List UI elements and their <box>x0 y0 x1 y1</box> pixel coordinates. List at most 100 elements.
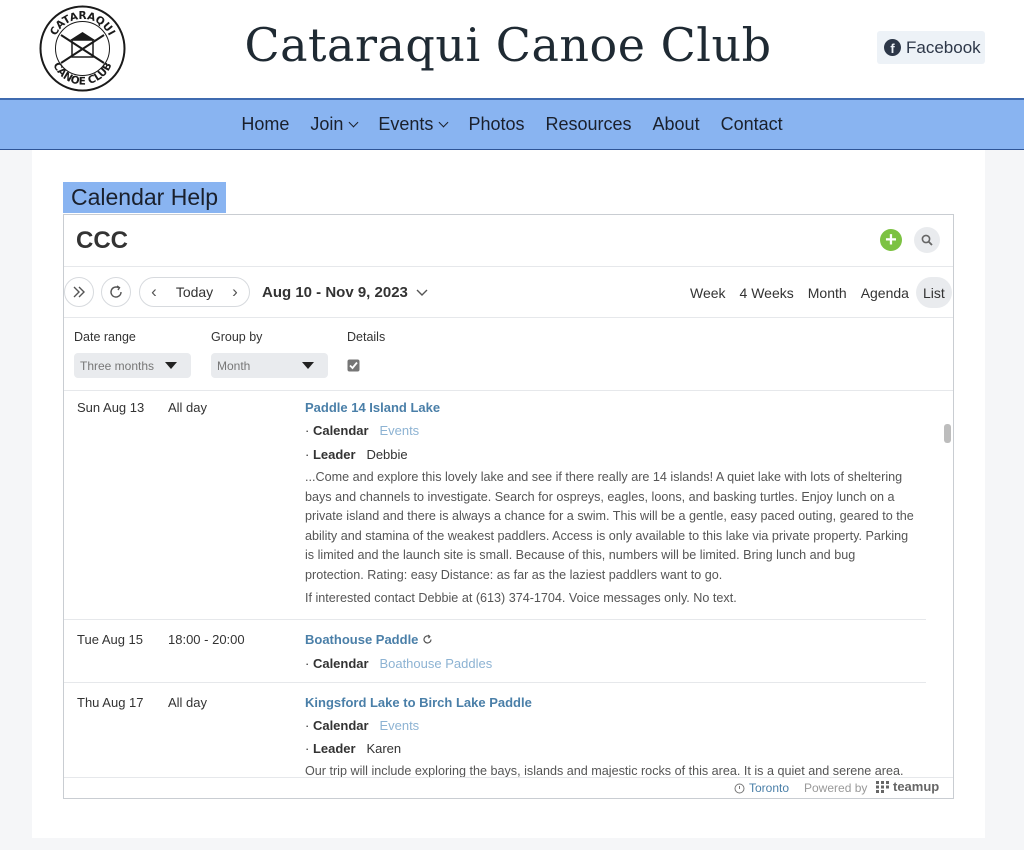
timezone-link[interactable]: Toronto <box>734 781 789 795</box>
today-button[interactable]: Today <box>168 284 221 300</box>
leader-field-label: Leader <box>312 741 356 756</box>
date-range-select-value: Three months <box>80 358 155 373</box>
tab-month[interactable]: Month <box>801 277 854 308</box>
page-title: Calendar Help <box>63 182 227 213</box>
teamup-logo-icon <box>876 780 889 793</box>
nav-home[interactable]: Home <box>231 114 300 135</box>
tab-list[interactable]: List <box>915 277 952 308</box>
refresh-icon <box>110 285 122 298</box>
chevron-down-icon <box>416 289 428 296</box>
event-title: Boathouse Paddle <box>305 632 419 647</box>
event-calendar-field: · Calendar Boathouse Paddles <box>305 656 493 671</box>
chevron-down-icon <box>348 117 359 128</box>
event-title-row[interactable]: Boathouse Paddle <box>305 632 433 647</box>
date-range-select[interactable]: Three months <box>74 353 191 378</box>
scrollbar-thumb[interactable] <box>944 424 951 443</box>
event-title[interactable]: Paddle 14 Island Lake <box>305 400 440 415</box>
event-list: Sun Aug 13 All day Paddle 14 Island Lake… <box>64 391 953 777</box>
calendar-header: CCC + <box>64 215 953 267</box>
date-navigator: ‹ Today › <box>139 277 250 307</box>
plus-icon: + <box>885 229 897 251</box>
date-range-picker[interactable]: Aug 10 - Nov 9, 2023 <box>262 284 429 301</box>
nav-photos[interactable]: Photos <box>458 114 535 135</box>
event-date: Thu Aug 17 <box>77 695 144 710</box>
leader-field-value: Karen <box>366 741 402 756</box>
chevron-down-icon <box>438 117 449 128</box>
nav-events-label: Events <box>378 114 434 134</box>
site-title[interactable]: Cataraqui Canoe Club <box>0 18 1016 72</box>
details-checkbox[interactable] <box>347 359 360 372</box>
event-time: All day <box>168 695 208 710</box>
clock-icon <box>734 783 745 793</box>
date-range-label: Aug 10 - Nov 9, 2023 <box>262 284 408 301</box>
calendar-field-value[interactable]: Events <box>379 423 419 438</box>
event-description: ...Come and explore this lovely lake and… <box>305 470 914 582</box>
tab-4-weeks[interactable]: 4 Weeks <box>733 277 801 308</box>
refresh-button[interactable] <box>101 277 131 307</box>
add-event-button[interactable]: + <box>880 229 902 251</box>
event-date: Sun Aug 13 <box>77 400 145 415</box>
facebook-icon: f <box>884 39 901 56</box>
leader-field-label: Leader <box>312 447 356 462</box>
calendar-footer: Toronto Powered by teamup <box>64 777 953 798</box>
previous-button[interactable]: ‹ <box>140 277 168 307</box>
group-by-select[interactable]: Month <box>211 353 328 378</box>
chevron-right-icon: › <box>232 282 238 301</box>
calendar-field-label: Calendar <box>312 718 369 733</box>
leader-field-value: Debbie <box>366 447 408 462</box>
calendar-field-value[interactable]: Events <box>379 718 419 733</box>
search-icon <box>921 234 933 246</box>
caret-down-icon <box>302 362 314 369</box>
event-contact: If interested contact Debbie at (613) 37… <box>305 591 737 605</box>
calendar-field-label: Calendar <box>312 656 369 671</box>
group-by-label: Group by <box>211 330 263 344</box>
event-leader-field: · Leader Debbie <box>305 447 408 462</box>
group-by-select-value: Month <box>217 358 251 373</box>
view-tabs: Week 4 Weeks Month Agenda List <box>683 277 952 308</box>
nav-about-label: About <box>652 114 700 134</box>
nav-resources-label: Resources <box>545 114 632 134</box>
teamup-brand-label: teamup <box>893 779 940 794</box>
event-calendar-field: · Calendar Events <box>305 423 420 438</box>
event-time: All day <box>168 400 208 415</box>
next-button[interactable]: › <box>221 277 249 307</box>
event-time: 18:00 - 20:00 <box>168 632 245 647</box>
main-nav: Home Join Events Photos Resources About … <box>0 98 1024 150</box>
date-range-filter-label: Date range <box>74 330 136 344</box>
site-header: CATARAQUI CANOE CLUB Cataraqui Canoe Clu… <box>0 0 1024 98</box>
powered-by-text: Powered by <box>804 781 868 795</box>
timezone-label: Toronto <box>749 781 790 795</box>
facebook-button[interactable]: f Facebook <box>877 31 985 64</box>
list-filters: Date range Three months Group by Month D… <box>64 318 953 391</box>
nav-contact[interactable]: Contact <box>710 114 793 135</box>
nav-resources[interactable]: Resources <box>535 114 642 135</box>
list-item: Sun Aug 13 All day Paddle 14 Island Lake… <box>64 391 926 620</box>
nav-events[interactable]: Events <box>368 114 458 135</box>
nav-about[interactable]: About <box>642 114 710 135</box>
calendar-title: CCC <box>76 227 128 254</box>
event-date: Tue Aug 15 <box>77 632 144 647</box>
calendar-field-label: Calendar <box>312 423 369 438</box>
search-button[interactable] <box>914 227 940 253</box>
event-calendar-field: · Calendar Events <box>305 718 420 733</box>
nav-home-label: Home <box>241 114 290 134</box>
calendar-toolbar: ‹ Today › Aug 10 - Nov 9, 2023 Week 4 We… <box>64 267 953 318</box>
nav-contact-label: Contact <box>720 114 783 134</box>
chevron-left-icon: ‹ <box>151 282 157 301</box>
tab-agenda[interactable]: Agenda <box>854 277 916 308</box>
calendar-widget: CCC + ‹ Today › Aug 10 - Nov 9, 2023 Wee… <box>63 214 954 799</box>
repeat-icon <box>423 634 433 644</box>
event-description: Our trip will include exploring the bays… <box>305 764 904 777</box>
double-chevron-right-icon <box>73 286 85 298</box>
nav-photos-label: Photos <box>468 114 525 134</box>
list-item: Thu Aug 17 All day Kingsford Lake to Bir… <box>64 683 926 777</box>
details-label: Details <box>347 330 386 344</box>
event-title[interactable]: Kingsford Lake to Birch Lake Paddle <box>305 695 532 710</box>
expand-sidebar-button[interactable] <box>64 277 94 307</box>
nav-join-label: Join <box>310 114 344 134</box>
tab-week[interactable]: Week <box>683 277 733 308</box>
list-item: Tue Aug 15 18:00 - 20:00 Boathouse Paddl… <box>64 620 926 683</box>
calendar-field-value[interactable]: Boathouse Paddles <box>379 656 492 671</box>
nav-join[interactable]: Join <box>300 114 368 135</box>
teamup-brand-link[interactable]: teamup <box>876 779 939 794</box>
